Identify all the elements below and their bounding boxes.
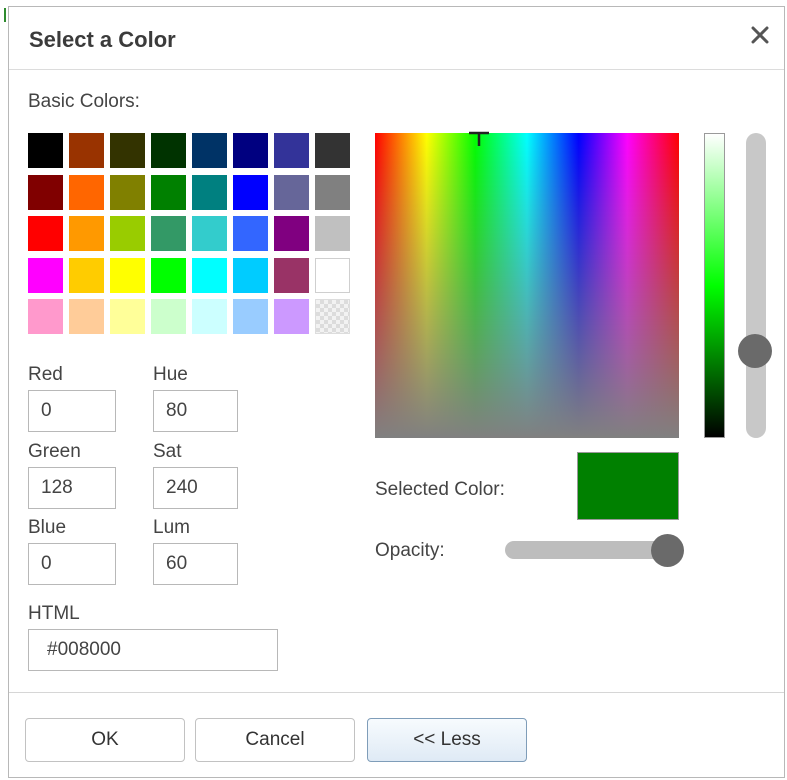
- color-swatch[interactable]: [274, 257, 309, 293]
- sat-input[interactable]: [153, 467, 238, 509]
- color-swatch[interactable]: [110, 299, 145, 334]
- color-swatch[interactable]: [110, 257, 145, 293]
- color-swatch[interactable]: [110, 133, 145, 168]
- opacity-label: Opacity:: [375, 540, 445, 561]
- red-input[interactable]: [28, 390, 116, 432]
- color-swatch[interactable]: [151, 299, 186, 334]
- ok-button[interactable]: OK: [25, 718, 185, 762]
- color-swatch[interactable]: [28, 133, 63, 168]
- selected-color-preview: [577, 452, 679, 520]
- color-swatch[interactable]: [28, 257, 63, 293]
- less-button[interactable]: << Less: [367, 718, 527, 762]
- color-swatch[interactable]: [192, 174, 227, 210]
- color-swatch[interactable]: [192, 299, 227, 334]
- color-swatch[interactable]: [151, 133, 186, 168]
- color-swatch[interactable]: [28, 174, 63, 210]
- color-swatch[interactable]: [192, 257, 227, 293]
- color-swatch[interactable]: [151, 257, 186, 293]
- dialog-titlebar: Select a Color: [9, 7, 784, 70]
- color-swatch[interactable]: [151, 174, 186, 210]
- hue-input[interactable]: [153, 390, 238, 432]
- red-label: Red: [28, 364, 63, 385]
- close-icon[interactable]: [746, 21, 774, 49]
- color-swatch[interactable]: [274, 299, 309, 334]
- selected-color-label: Selected Color:: [375, 479, 505, 500]
- hue-label: Hue: [153, 364, 188, 385]
- color-swatch[interactable]: [274, 133, 309, 168]
- color-swatch[interactable]: [28, 216, 63, 251]
- basic-colors-label: Basic Colors:: [28, 91, 140, 112]
- color-swatch[interactable]: [69, 216, 104, 251]
- opacity-slider-handle[interactable]: [651, 534, 684, 567]
- luminance-slider-handle[interactable]: [738, 334, 772, 368]
- color-swatch[interactable]: [28, 299, 63, 334]
- color-swatch[interactable]: [151, 216, 186, 251]
- html-hex-input[interactable]: [28, 629, 278, 671]
- luminance-slider-track[interactable]: [746, 133, 766, 438]
- lum-label: Lum: [153, 517, 190, 538]
- color-dialog: Select a Color Basic Colors: Red Hue Gre…: [8, 6, 785, 778]
- sat-label: Sat: [153, 441, 182, 462]
- color-swatch[interactable]: [274, 174, 309, 210]
- green-label: Green: [28, 441, 81, 462]
- color-swatch[interactable]: [233, 299, 268, 334]
- color-swatch[interactable]: [69, 299, 104, 334]
- color-swatch[interactable]: [315, 174, 350, 210]
- color-swatch[interactable]: [315, 299, 350, 334]
- color-swatch[interactable]: [110, 174, 145, 210]
- cancel-button[interactable]: Cancel: [195, 718, 355, 762]
- color-swatch[interactable]: [315, 133, 350, 168]
- html-label: HTML: [28, 603, 80, 624]
- luminance-bar[interactable]: [704, 133, 725, 438]
- color-swatch[interactable]: [233, 257, 268, 293]
- color-swatch[interactable]: [233, 133, 268, 168]
- dialog-title: Select a Color: [29, 27, 176, 52]
- green-input[interactable]: [28, 467, 116, 509]
- lum-input[interactable]: [153, 543, 238, 585]
- color-swatch[interactable]: [233, 174, 268, 210]
- blue-label: Blue: [28, 517, 67, 538]
- crosshair-icon: [469, 131, 489, 146]
- blue-input[interactable]: [28, 543, 116, 585]
- color-swatch[interactable]: [192, 216, 227, 251]
- color-swatch[interactable]: [69, 133, 104, 168]
- color-swatch[interactable]: [110, 216, 145, 251]
- color-swatch[interactable]: [69, 174, 104, 210]
- color-swatch[interactable]: [69, 257, 104, 293]
- color-swatch[interactable]: [274, 216, 309, 251]
- color-spectrum[interactable]: [375, 133, 679, 438]
- window-edge-marker: [4, 8, 6, 22]
- color-swatch[interactable]: [315, 216, 350, 251]
- color-swatch[interactable]: [233, 216, 268, 251]
- color-swatch[interactable]: [192, 133, 227, 168]
- color-swatch[interactable]: [315, 257, 350, 293]
